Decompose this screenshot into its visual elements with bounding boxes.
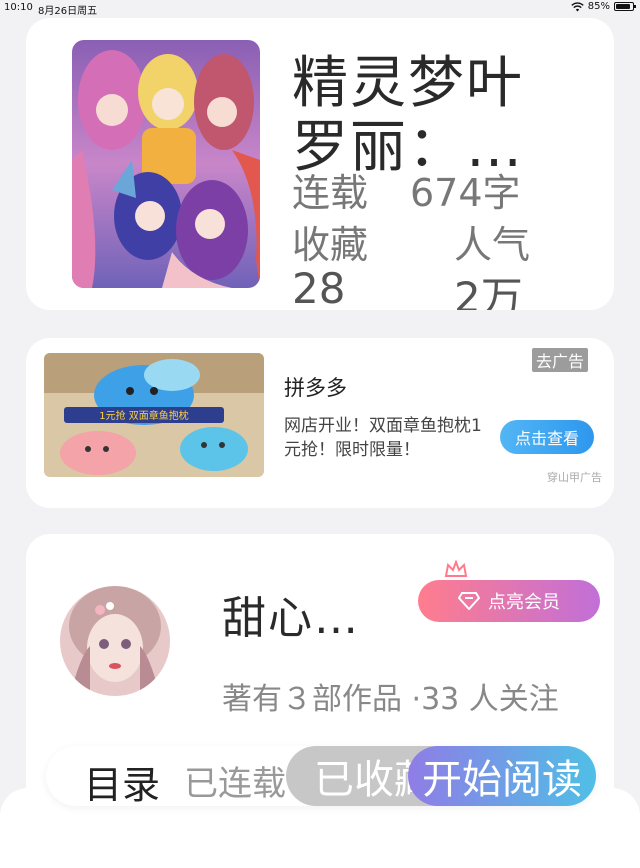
start-reading-button[interactable]: 开始阅读 xyxy=(408,746,596,806)
remove-ad-button[interactable]: 去广告 xyxy=(532,348,589,372)
ad-description: 网店开业！双面章鱼抱枕1元抢！限时限量！ xyxy=(284,416,482,460)
wifi-icon xyxy=(571,1,584,11)
activate-vip-button[interactable]: 点亮会员 xyxy=(418,580,600,622)
serial-status-label: 连载 xyxy=(292,171,369,215)
avatar-illustration xyxy=(60,586,170,696)
battery-icon xyxy=(614,2,636,11)
book-cover[interactable] xyxy=(72,40,260,288)
ad-view-button[interactable]: 点击查看 xyxy=(500,420,594,454)
status-time: 10:10 xyxy=(4,2,33,13)
crown-icon xyxy=(444,560,468,577)
popularity-value: 2万 xyxy=(454,273,523,310)
serial-status: 已连载 xyxy=(184,764,286,804)
ad-network-label: 穿山甲广告 xyxy=(547,471,602,484)
status-date: 8月26日周五 xyxy=(38,6,98,17)
bottom-action-bar: 目录 已连载 已收藏 开始阅读 xyxy=(46,746,596,809)
status-bar: 10:10 8月26日周五 85% xyxy=(0,0,640,17)
author-avatar[interactable] xyxy=(60,586,170,696)
popularity-label: 人气 xyxy=(454,223,531,267)
octopus-plush-image: 1元抢 双面章鱼抱枕 xyxy=(44,353,264,477)
ad-image-caption: 1元抢 双面章鱼抱枕 xyxy=(99,409,189,422)
toc-button[interactable]: 目录 xyxy=(84,754,160,809)
ad-image[interactable]: 1元抢 双面章鱼抱枕 xyxy=(44,353,264,477)
ad-card[interactable]: 1元抢 双面章鱼抱枕 拼多多 网店开业！双面章鱼抱枕1元抢！限时限量！ 点击查看… xyxy=(26,338,614,508)
book-info-card: 精灵梦叶罗丽：… 连载 674字 收藏 人气 28 2万 xyxy=(26,18,614,310)
cover-illustration xyxy=(72,40,260,288)
favorites-value: 28 xyxy=(292,264,346,310)
ad-source: 拼多多 xyxy=(284,376,347,400)
word-count: 674字 xyxy=(410,171,521,215)
vip-button-label: 点亮会员 xyxy=(488,592,560,613)
book-title: 精灵梦叶罗丽：… xyxy=(292,51,524,180)
author-meta: 著有３部作品 ·33 人关注 xyxy=(222,682,559,717)
status-right: 85% xyxy=(571,1,636,12)
author-name: 甜心… xyxy=(222,593,360,644)
battery-percent: 85% xyxy=(587,1,610,12)
favorites-label: 收藏 xyxy=(292,223,369,267)
diamond-icon xyxy=(458,592,480,610)
